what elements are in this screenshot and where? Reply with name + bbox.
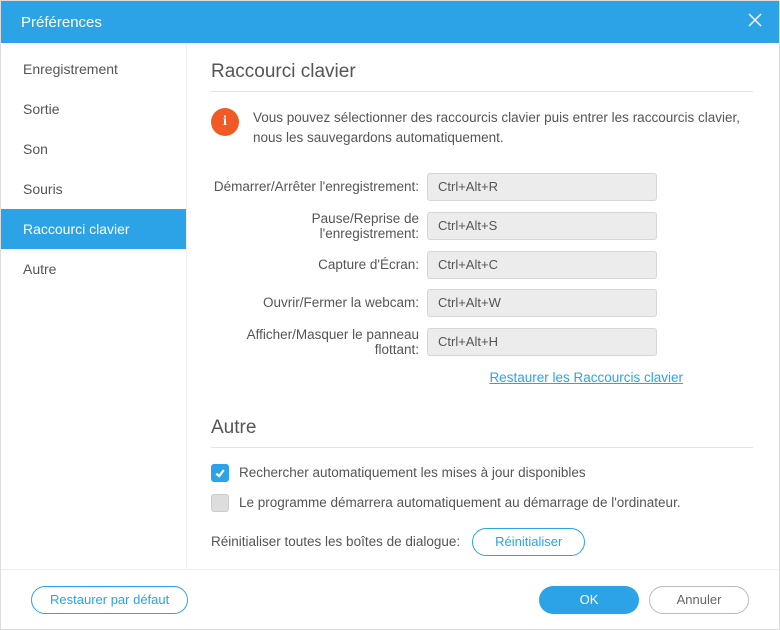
sidebar-item-label: Souris — [23, 181, 63, 197]
sidebar-item-son[interactable]: Son — [1, 129, 186, 169]
shortcut-row-floating-panel: Afficher/Masquer le panneau flottant: — [211, 327, 753, 357]
restore-shortcuts-link[interactable]: Restaurer les Raccourcis clavier — [489, 370, 683, 385]
sidebar-item-souris[interactable]: Souris — [1, 169, 186, 209]
shortcut-label: Pause/Reprise de l'enregistrement: — [211, 211, 427, 241]
sidebar-item-label: Sortie — [23, 101, 60, 117]
titlebar: Préférences — [1, 1, 779, 43]
sidebar-item-autre[interactable]: Autre — [1, 249, 186, 289]
restore-default-button[interactable]: Restaurer par défaut — [31, 586, 188, 614]
preferences-window: Préférences Enregistrement Sortie Son So… — [0, 0, 780, 630]
sidebar-item-label: Enregistrement — [23, 61, 118, 77]
shortcut-label: Afficher/Masquer le panneau flottant: — [211, 327, 427, 357]
restore-shortcuts-row: Restaurer les Raccourcis clavier — [211, 369, 753, 387]
info-icon: i — [211, 108, 239, 136]
shortcut-input-screenshot[interactable] — [427, 251, 657, 279]
section-title-other: Autre — [211, 417, 753, 448]
footer-right-buttons: OK Annuler — [539, 586, 749, 614]
sidebar-item-label: Raccourci clavier — [23, 221, 130, 237]
shortcut-row-screenshot: Capture d'Écran: — [211, 251, 753, 279]
body: Enregistrement Sortie Son Souris Raccour… — [1, 43, 779, 569]
info-text: Vous pouvez sélectionner des raccourcis … — [253, 108, 753, 149]
shortcut-input-webcam[interactable] — [427, 289, 657, 317]
shortcut-input-floating-panel[interactable] — [427, 328, 657, 356]
reset-dialogs-button[interactable]: Réinitialiser — [472, 528, 585, 556]
sidebar: Enregistrement Sortie Son Souris Raccour… — [1, 43, 187, 569]
checkbox-label: Rechercher automatiquement les mises à j… — [239, 465, 586, 480]
shortcut-row-start-stop: Démarrer/Arrêter l'enregistrement: — [211, 173, 753, 201]
ok-button[interactable]: OK — [539, 586, 639, 614]
shortcut-input-pause-resume[interactable] — [427, 212, 657, 240]
cancel-button[interactable]: Annuler — [649, 586, 749, 614]
check-row-autostart: Le programme démarrera automatiquement a… — [211, 494, 753, 512]
sidebar-item-sortie[interactable]: Sortie — [1, 89, 186, 129]
sidebar-item-label: Son — [23, 141, 48, 157]
shortcut-row-webcam: Ouvrir/Fermer la webcam: — [211, 289, 753, 317]
check-row-auto-update: Rechercher automatiquement les mises à j… — [211, 464, 753, 482]
shortcut-label: Démarrer/Arrêter l'enregistrement: — [211, 179, 427, 194]
sidebar-item-enregistrement[interactable]: Enregistrement — [1, 49, 186, 89]
footer: Restaurer par défaut OK Annuler — [1, 569, 779, 629]
shortcut-row-pause-resume: Pause/Reprise de l'enregistrement: — [211, 211, 753, 241]
close-icon[interactable] — [747, 12, 763, 32]
reset-dialogs-row: Réinitialiser toutes les boîtes de dialo… — [211, 528, 753, 556]
shortcut-label: Capture d'Écran: — [211, 257, 427, 272]
content-pane[interactable]: Raccourci clavier i Vous pouvez sélectio… — [187, 43, 779, 569]
info-row: i Vous pouvez sélectionner des raccourci… — [211, 108, 753, 149]
shortcut-label: Ouvrir/Fermer la webcam: — [211, 295, 427, 310]
checkbox-autostart[interactable] — [211, 494, 229, 512]
checkbox-label: Le programme démarrera automatiquement a… — [239, 495, 681, 510]
window-title: Préférences — [21, 14, 102, 31]
reset-dialogs-label: Réinitialiser toutes les boîtes de dialo… — [211, 534, 460, 549]
shortcut-input-start-stop[interactable] — [427, 173, 657, 201]
sidebar-item-label: Autre — [23, 261, 56, 277]
sidebar-item-raccourci-clavier[interactable]: Raccourci clavier — [1, 209, 186, 249]
section-title-shortcut: Raccourci clavier — [211, 61, 753, 92]
checkbox-auto-update[interactable] — [211, 464, 229, 482]
